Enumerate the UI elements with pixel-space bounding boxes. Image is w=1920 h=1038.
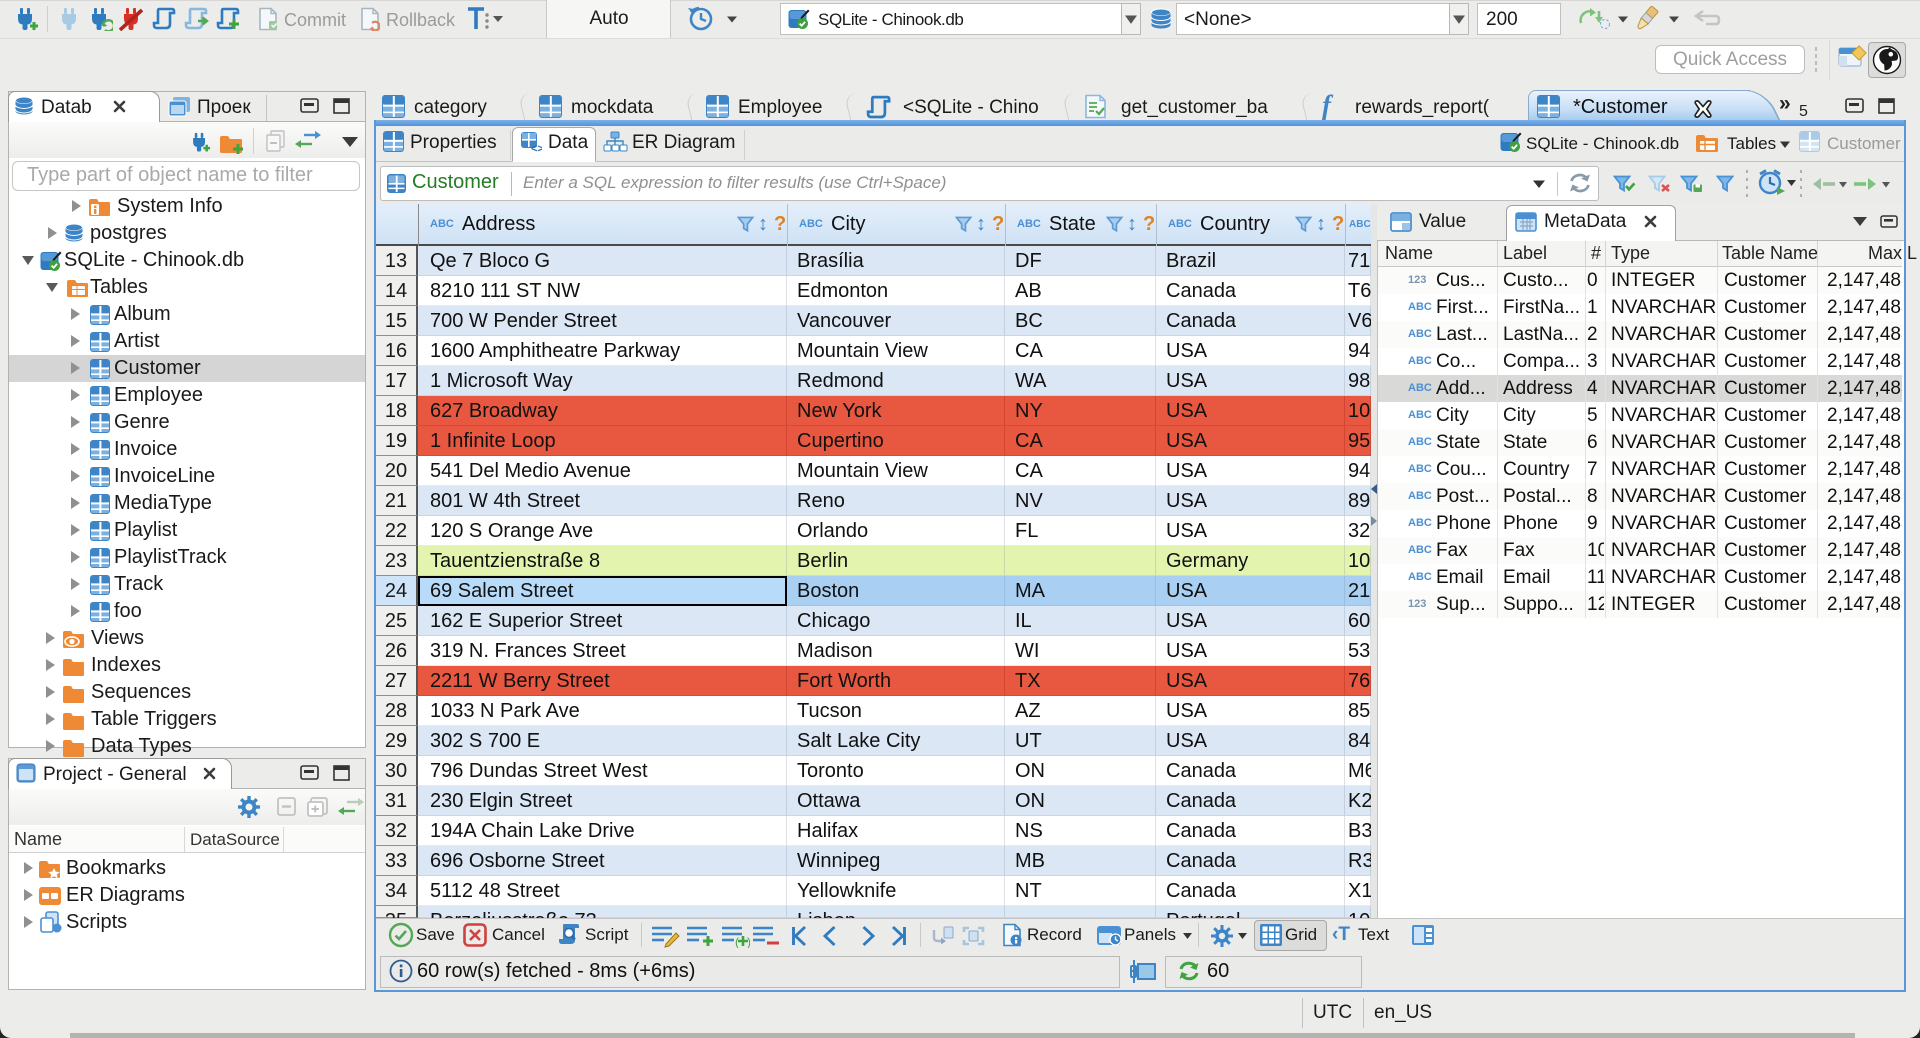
svg-text:<>: <> bbox=[531, 143, 542, 153]
svg-text:(: ( bbox=[735, 935, 739, 948]
svg-text:): ) bbox=[747, 935, 750, 948]
